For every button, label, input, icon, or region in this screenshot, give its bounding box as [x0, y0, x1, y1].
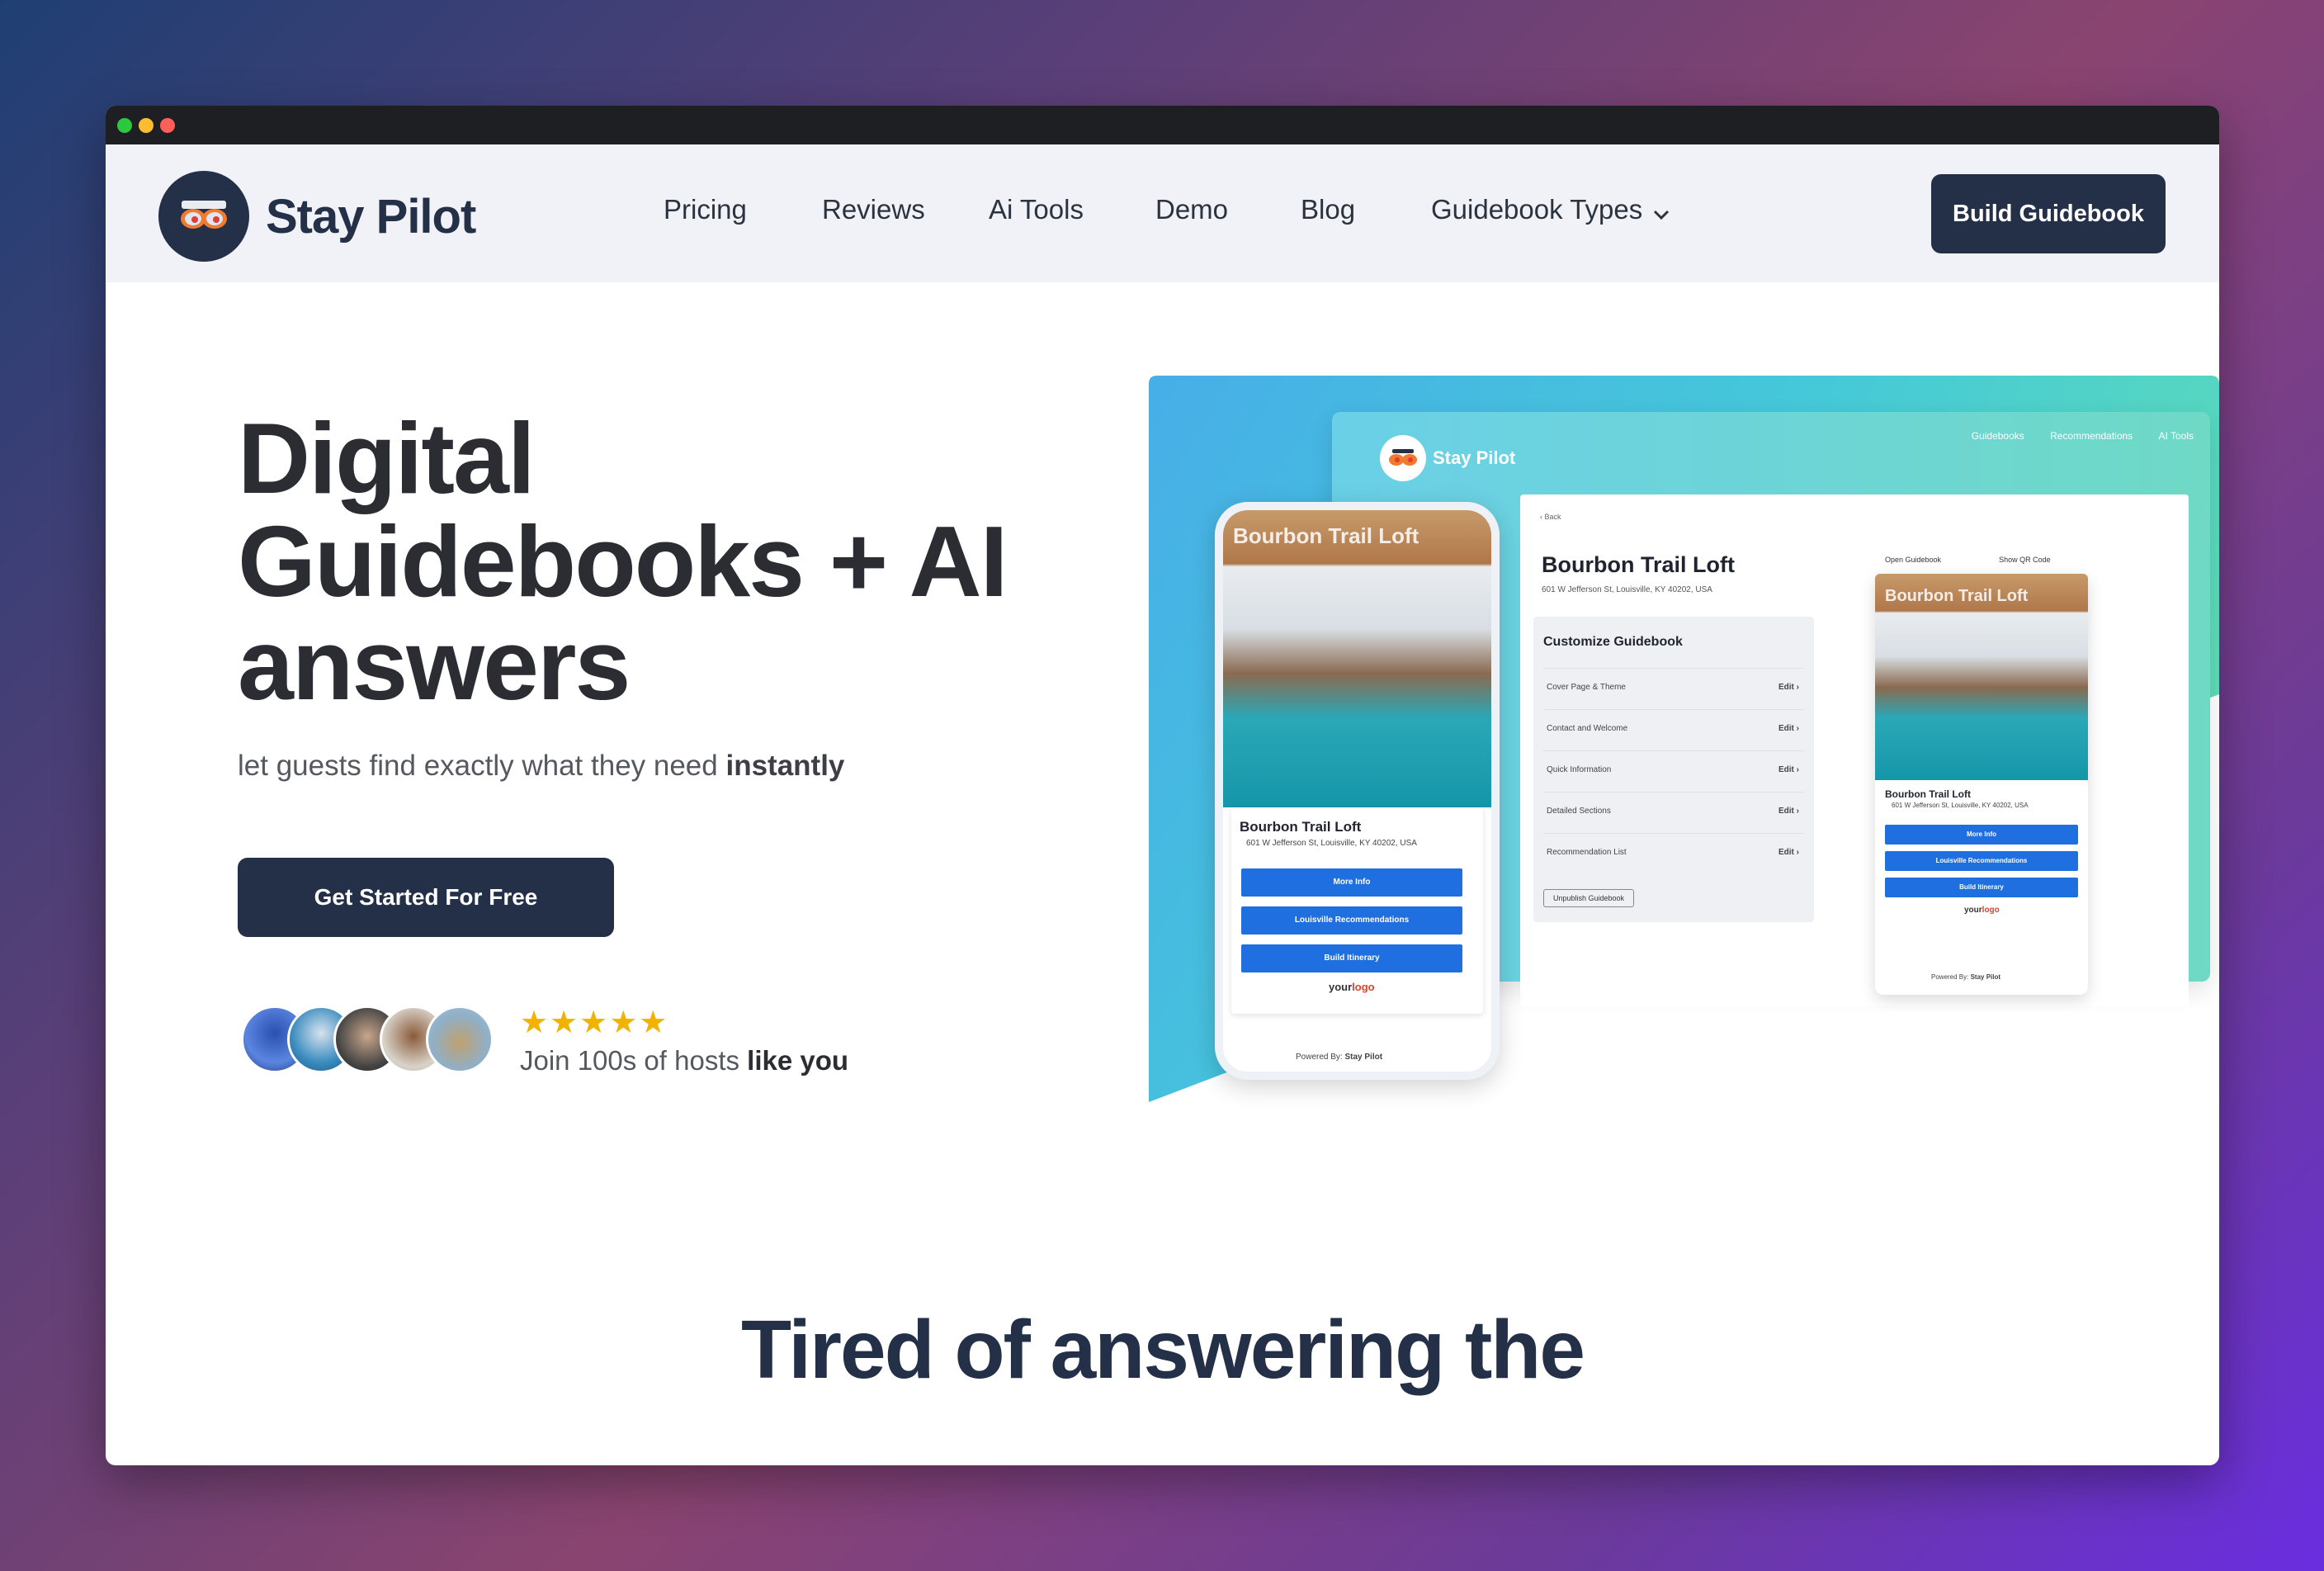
customize-row: Detailed Sections Edit ›: [1543, 792, 1804, 833]
desktop-nav-ai-tools: AI Tools: [2158, 430, 2194, 442]
your-logo-placeholder: yourlogo: [1964, 906, 2000, 915]
powered-by: Powered By: Stay Pilot: [1296, 1053, 1382, 1062]
desktop-nav-guidebooks: Guidebooks: [1971, 430, 2024, 442]
browser-window: Stay Pilot Pricing Reviews Ai Tools Demo…: [106, 106, 2219, 1465]
powered-by-label: Powered By:: [1931, 973, 1969, 981]
desktop-brand: Stay Pilot: [1380, 435, 1515, 481]
photo-title: Bourbon Trail Loft: [1885, 587, 2029, 605]
more-info-button: More Info: [1241, 868, 1462, 897]
build-itinerary-button: Build Itinerary: [1885, 878, 2078, 897]
property-photo: Bourbon Trail Loft: [1875, 574, 2088, 780]
your-logo-placeholder: yourlogo: [1329, 981, 1375, 993]
edit-link: Edit ›: [1778, 807, 1799, 816]
your-logo-word: your: [1329, 981, 1353, 993]
your-logo-accent: logo: [1982, 906, 2000, 915]
desktop-property-address: 601 W Jefferson St, Louisville, KY 40202…: [1542, 585, 1712, 594]
build-guidebook-button[interactable]: Build Guidebook: [1931, 174, 2166, 253]
nav-dropdown-guidebook-types[interactable]: Guidebook Types: [1431, 194, 1670, 227]
section-heading: Tired of answering the: [741, 1304, 1585, 1396]
nav-link-blog[interactable]: Blog: [1301, 194, 1355, 225]
edit-link: Edit ›: [1778, 683, 1799, 692]
nav-link-pricing[interactable]: Pricing: [664, 194, 747, 225]
desktop-brand-name: Stay Pilot: [1433, 447, 1516, 468]
stay-pilot-logo-icon: [1380, 435, 1426, 481]
desktop-nav-recommendations: Recommendations: [2050, 430, 2133, 442]
brand-name: Stay Pilot: [266, 189, 476, 244]
nav-link-demo[interactable]: Demo: [1155, 194, 1228, 225]
hero-subtitle-text: let guests find exactly what they need: [238, 750, 726, 782]
customize-row: Quick Information Edit ›: [1543, 750, 1804, 792]
customize-row-label: Quick Information: [1547, 765, 1612, 774]
open-guidebook-link: Open Guidebook: [1885, 556, 1942, 564]
hero-subtitle-emphasis: instantly: [725, 750, 845, 782]
your-logo-accent: logo: [1352, 981, 1375, 993]
card-property-name: Bourbon Trail Loft: [1240, 819, 1362, 835]
customize-row-label: Cover Page & Theme: [1547, 683, 1626, 692]
top-navigation: Stay Pilot Pricing Reviews Ai Tools Demo…: [106, 144, 2219, 282]
photo-title: Bourbon Trail Loft: [1233, 523, 1419, 548]
host-avatars: [241, 1006, 497, 1073]
avatar: [426, 1006, 494, 1073]
customize-row: Cover Page & Theme Edit ›: [1543, 668, 1804, 709]
mobile-property-card: Bourbon Trail Loft 601 W Jefferson St, L…: [1231, 807, 1483, 1014]
get-started-button[interactable]: Get Started For Free: [238, 858, 614, 937]
hero-title-line1: Digital: [238, 402, 536, 514]
edit-link: Edit ›: [1778, 848, 1799, 857]
card-property-name: Bourbon Trail Loft: [1885, 788, 1971, 800]
powered-by-brand: Stay Pilot: [1970, 973, 2001, 981]
powered-by: Powered By: Stay Pilot: [1931, 973, 2000, 981]
desktop-property-title: Bourbon Trail Loft: [1542, 552, 1735, 577]
window-close-button[interactable]: [160, 118, 175, 133]
social-proof-label: Join 100s of hosts: [520, 1045, 748, 1076]
card-property-address: 601 W Jefferson St, Louisville, KY 40202…: [1246, 839, 1417, 848]
powered-by-brand: Stay Pilot: [1344, 1053, 1383, 1062]
customize-row-label: Detailed Sections: [1547, 807, 1611, 816]
product-mockup: Stay Pilot Guidebooks Recommendations AI…: [1149, 376, 2219, 1102]
powered-by-label: Powered By:: [1296, 1053, 1343, 1062]
customize-row-label: Contact and Welcome: [1547, 724, 1628, 733]
edit-link: Edit ›: [1778, 724, 1799, 733]
show-qr-code-link: Show QR Code: [1999, 556, 2051, 564]
recommendations-button: Louisville Recommendations: [1241, 906, 1462, 935]
unpublish-guidebook-button: Unpublish Guidebook: [1543, 889, 1634, 907]
property-photo: Bourbon Trail Loft: [1223, 510, 1491, 807]
your-logo-word: your: [1964, 906, 1982, 915]
hero-title: Digital Guidebooks + AI answers: [238, 407, 1145, 717]
nav-link-ai-tools[interactable]: Ai Tools: [989, 194, 1084, 225]
desktop-action-links: Open Guidebook Show QR Code: [1885, 556, 2109, 564]
card-property-address: 601 W Jefferson St, Louisville, KY 40202…: [1892, 802, 2029, 809]
window-minimize-button[interactable]: [139, 118, 154, 133]
customize-row: Contact and Welcome Edit ›: [1543, 709, 1804, 750]
chevron-down-icon: [1652, 196, 1670, 227]
desktop-nav-links: Guidebooks Recommendations AI Tools: [1948, 430, 2194, 442]
customize-row: Recommendation List Edit ›: [1543, 833, 1804, 874]
stay-pilot-logo-icon: [158, 171, 249, 262]
nav-dropdown-label: Guidebook Types: [1431, 194, 1643, 225]
desktop-guidebook-panel: ‹ Back Bourbon Trail Loft 601 W Jefferso…: [1520, 494, 2189, 1006]
rating-stars-icon: ★★★★★: [520, 1006, 669, 1040]
recommendations-button: Louisville Recommendations: [1885, 851, 2078, 871]
build-itinerary-button: Build Itinerary: [1241, 944, 1462, 972]
more-info-button: More Info: [1885, 825, 2078, 845]
edit-link: Edit ›: [1778, 765, 1799, 774]
brand-logo-link[interactable]: Stay Pilot: [158, 171, 476, 262]
nav-link-reviews[interactable]: Reviews: [822, 194, 925, 225]
social-proof-text: Join 100s of hosts like you: [520, 1045, 848, 1077]
hero-title-line3: answers: [238, 608, 631, 721]
customize-guidebook-title: Customize Guidebook: [1543, 635, 1683, 649]
desktop-phone-preview: Bourbon Trail Loft Bourbon Trail Loft 60…: [1875, 574, 2088, 995]
hero-title-line2: Guidebooks + AI: [238, 505, 1008, 618]
back-link: ‹ Back: [1540, 513, 1561, 521]
social-proof-emphasis: like you: [747, 1045, 849, 1076]
customize-guidebook-box: Customize Guidebook Cover Page & Theme Ed…: [1533, 617, 1814, 922]
window-titlebar: [106, 106, 2219, 144]
mobile-phone-preview: Bourbon Trail Loft Bourbon Trail Loft 60…: [1215, 502, 1500, 1080]
customize-row-label: Recommendation List: [1547, 848, 1627, 857]
hero-subtitle: let guests find exactly what they need i…: [238, 750, 844, 783]
window-zoom-button[interactable]: [117, 118, 132, 133]
